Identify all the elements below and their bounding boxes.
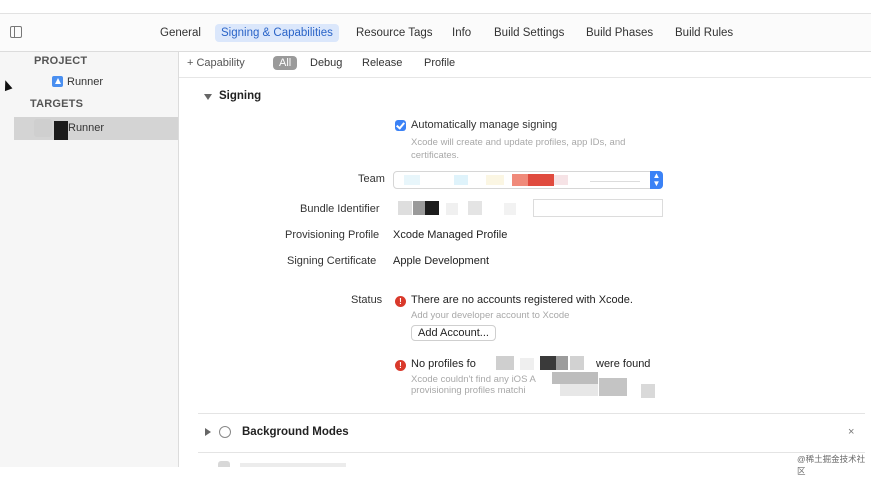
- capability-filter-bar: + Capability All Debug Release Profile: [179, 52, 871, 74]
- window-top-strip: [0, 0, 871, 14]
- sidebar-item-target-runner[interactable]: Runner: [14, 117, 178, 140]
- app-icon-redacted: [34, 119, 52, 137]
- signing-section-title: Signing: [219, 90, 262, 102]
- disclosure-triangle-open-icon[interactable]: [204, 94, 212, 100]
- status-error-2-suffix: were found: [596, 358, 651, 370]
- redacted-block: [446, 203, 458, 215]
- redacted-block: [468, 201, 482, 215]
- redacted-block: [570, 356, 584, 370]
- error-icon: !: [395, 360, 406, 371]
- popup-stepper-icon: ▲ ▼: [650, 171, 663, 189]
- status-error-1-hint: Add your developer account to Xcode: [411, 310, 570, 321]
- redacted-block: [552, 372, 598, 384]
- bundle-identifier-field[interactable]: [533, 199, 663, 217]
- redacted-block: [599, 378, 627, 396]
- bundle-identifier-label: Bundle Identifier: [300, 203, 380, 215]
- redacted-block: [413, 201, 425, 215]
- background-modes-title: Background Modes: [242, 426, 349, 438]
- redacted-block: [641, 384, 655, 398]
- redacted-block: [496, 356, 514, 370]
- next-section-title-partial: [240, 463, 346, 467]
- redacted-block: [556, 356, 568, 370]
- signing-certificate-label: Signing Certificate: [287, 255, 377, 267]
- targets-header: TARGETS: [30, 98, 84, 110]
- tab-general[interactable]: General: [154, 24, 207, 42]
- tab-build-rules[interactable]: Build Rules: [669, 24, 739, 42]
- provisioning-profile-label: Provisioning Profile: [285, 229, 380, 241]
- redacted-block: [425, 201, 439, 215]
- redacted-block: [554, 175, 568, 185]
- tab-signing-capabilities[interactable]: Signing & Capabilities: [215, 24, 339, 42]
- add-account-button[interactable]: Add Account...: [411, 325, 496, 341]
- watermark: @稀土掘金技术社区: [797, 454, 866, 476]
- status-error-2-hint-line2: provisioning profiles matchi: [411, 385, 526, 396]
- sidebar-toggle-icon[interactable]: [10, 26, 22, 38]
- auto-manage-hint-line2: certificates.: [411, 150, 460, 161]
- mouse-pointer-icon: [1, 78, 13, 92]
- tab-info[interactable]: Info: [446, 24, 477, 42]
- status-error-1: There are no accounts registered with Xc…: [411, 294, 633, 306]
- project-file-icon: [52, 76, 63, 87]
- auto-manage-signing-label: Automatically manage signing: [411, 119, 558, 131]
- redacted-block: [404, 175, 420, 185]
- provisioning-profile-value: Xcode Managed Profile: [393, 229, 508, 241]
- filter-release[interactable]: Release: [362, 56, 402, 70]
- team-label: Team: [358, 173, 385, 185]
- close-icon[interactable]: ×: [848, 426, 854, 438]
- redacted-block: [560, 384, 598, 396]
- filter-debug[interactable]: Debug: [310, 56, 342, 70]
- error-icon: !: [395, 296, 406, 307]
- redacted-block: [486, 175, 504, 185]
- project-navigator-sidebar: PROJECT Runner TARGETS Runner: [0, 52, 179, 467]
- tab-build-settings[interactable]: Build Settings: [488, 24, 570, 42]
- sidebar-item-project-runner[interactable]: Runner: [67, 76, 103, 88]
- auto-manage-hint-line1: Xcode will create and update profiles, a…: [411, 137, 626, 148]
- section-divider: [198, 452, 865, 453]
- filter-profile[interactable]: Profile: [424, 56, 455, 70]
- project-header: PROJECT: [34, 55, 88, 67]
- signing-certificate-value: Apple Development: [393, 255, 490, 267]
- status-error-2-prefix: No profiles fo: [411, 358, 476, 370]
- redacted-block: [512, 174, 528, 186]
- redacted-block: [54, 121, 68, 140]
- team-popup[interactable]: ▲ ▼: [393, 171, 663, 189]
- auto-manage-signing-checkbox[interactable]: [395, 120, 406, 131]
- section-divider: [198, 413, 865, 414]
- sidebar-item-label: Runner: [68, 122, 105, 134]
- redacted-block: [528, 174, 554, 186]
- redacted-block: [520, 358, 534, 370]
- redacted-block: [504, 203, 516, 215]
- background-modes-icon: [219, 426, 231, 438]
- redacted-block: [454, 175, 468, 185]
- filter-all[interactable]: All: [273, 56, 298, 70]
- tab-build-phases[interactable]: Build Phases: [580, 24, 659, 42]
- redacted-block: [540, 356, 556, 370]
- status-label: Status: [351, 294, 383, 306]
- subbar-divider: [179, 77, 871, 78]
- add-capability-button[interactable]: + Capability: [187, 56, 245, 70]
- disclosure-triangle-closed-icon[interactable]: [205, 428, 211, 436]
- popup-divider: [590, 181, 640, 182]
- tab-resource-tags[interactable]: Resource Tags: [350, 24, 439, 42]
- redacted-block: [398, 201, 412, 215]
- next-section-icon-partial: [218, 461, 230, 467]
- editor-tab-bar: General Signing & Capabilities Resource …: [0, 14, 871, 52]
